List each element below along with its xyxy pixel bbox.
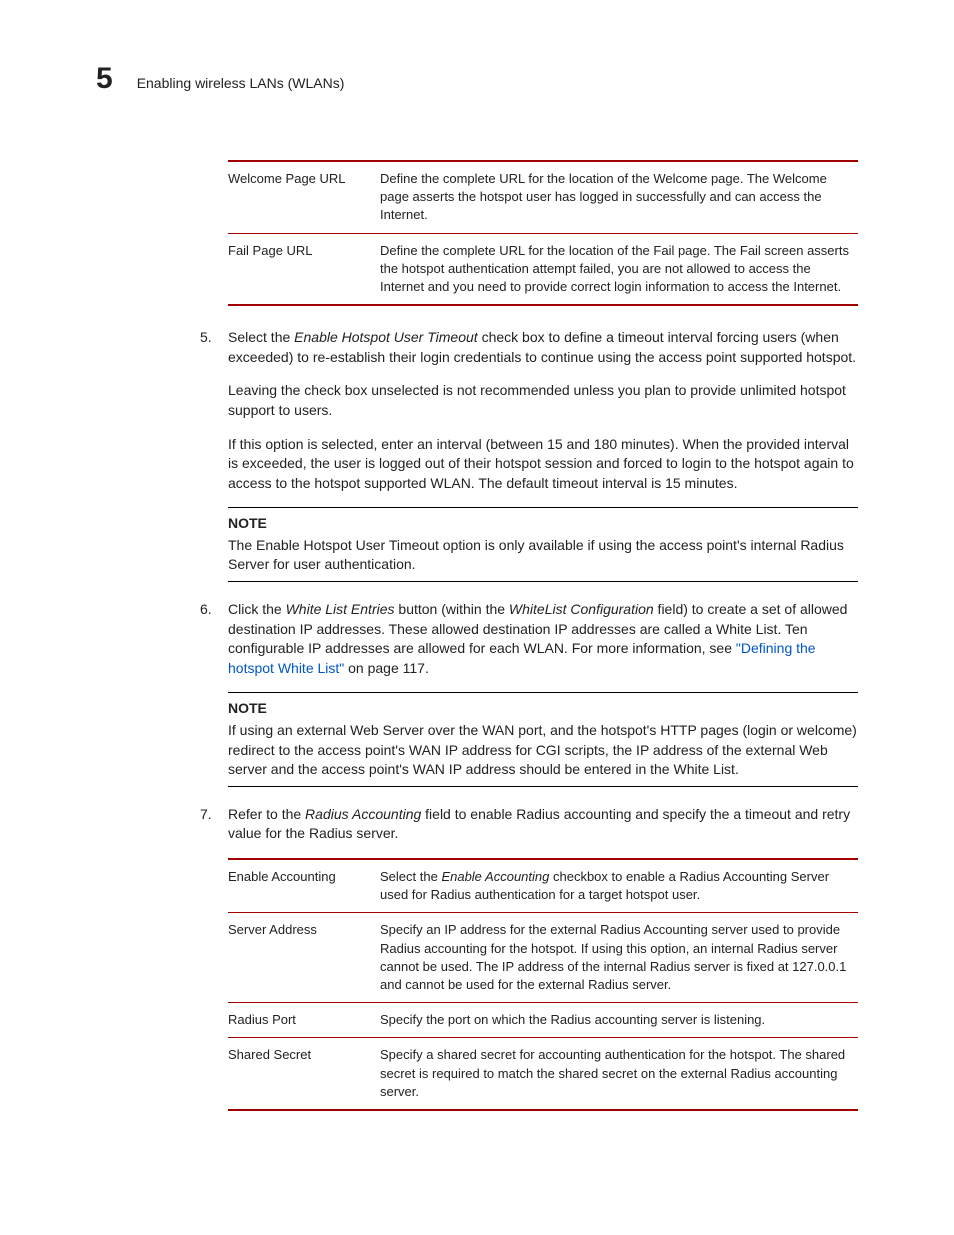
step-5: 5. Select the Enable Hotspot User Timeou… — [228, 328, 858, 493]
definition-table-2: Enable Accounting Select the Enable Acco… — [228, 858, 858, 1111]
table-row: Shared Secret Specify a shared secret fo… — [228, 1038, 858, 1109]
step-number: 5. — [200, 328, 228, 493]
step-body: Select the Enable Hotspot User Timeout c… — [228, 328, 858, 493]
note-text: If using an external Web Server over the… — [228, 721, 858, 780]
term: Welcome Page URL — [228, 170, 380, 225]
definition-table-1: Welcome Page URL Define the complete URL… — [228, 160, 858, 306]
note-text: The Enable Hotspot User Timeout option i… — [228, 536, 858, 575]
description: Define the complete URL for the location… — [380, 170, 858, 225]
term: Shared Secret — [228, 1046, 380, 1101]
term: Radius Port — [228, 1011, 380, 1029]
paragraph: Select the Enable Hotspot User Timeout c… — [228, 328, 858, 367]
table-row: Enable Accounting Select the Enable Acco… — [228, 860, 858, 913]
paragraph: Leaving the check box unselected is not … — [228, 381, 858, 420]
table-row: Radius Port Specify the port on which th… — [228, 1003, 858, 1038]
table-row: Fail Page URL Define the complete URL fo… — [228, 234, 858, 305]
description: Select the Enable Accounting checkbox to… — [380, 868, 858, 904]
step-body: Click the White List Entries button (wit… — [228, 600, 858, 678]
chapter-number: 5 — [96, 58, 113, 100]
table-row: Welcome Page URL Define the complete URL… — [228, 162, 858, 234]
description: Specify an IP address for the external R… — [380, 921, 858, 994]
note-block: NOTE If using an external Web Server ove… — [228, 692, 858, 786]
page-header: 5 Enabling wireless LANs (WLANs) — [96, 58, 858, 100]
term: Server Address — [228, 921, 380, 994]
step-body: Refer to the Radius Accounting field to … — [228, 805, 858, 844]
table-row: Server Address Specify an IP address for… — [228, 913, 858, 1003]
note-block: NOTE The Enable Hotspot User Timeout opt… — [228, 507, 858, 582]
note-label: NOTE — [228, 514, 858, 534]
description: Define the complete URL for the location… — [380, 242, 858, 297]
step-6: 6. Click the White List Entries button (… — [228, 600, 858, 678]
content: Welcome Page URL Define the complete URL… — [228, 160, 858, 1111]
paragraph: Refer to the Radius Accounting field to … — [228, 805, 858, 844]
step-number: 7. — [200, 805, 228, 844]
step-7: 7. Refer to the Radius Accounting field … — [228, 805, 858, 844]
note-label: NOTE — [228, 699, 858, 719]
paragraph: If this option is selected, enter an int… — [228, 435, 858, 494]
header-title: Enabling wireless LANs (WLANs) — [137, 74, 345, 94]
step-number: 6. — [200, 600, 228, 678]
term: Enable Accounting — [228, 868, 380, 904]
term: Fail Page URL — [228, 242, 380, 297]
paragraph: Click the White List Entries button (wit… — [228, 600, 858, 678]
description: Specify the port on which the Radius acc… — [380, 1011, 858, 1029]
description: Specify a shared secret for accounting a… — [380, 1046, 858, 1101]
